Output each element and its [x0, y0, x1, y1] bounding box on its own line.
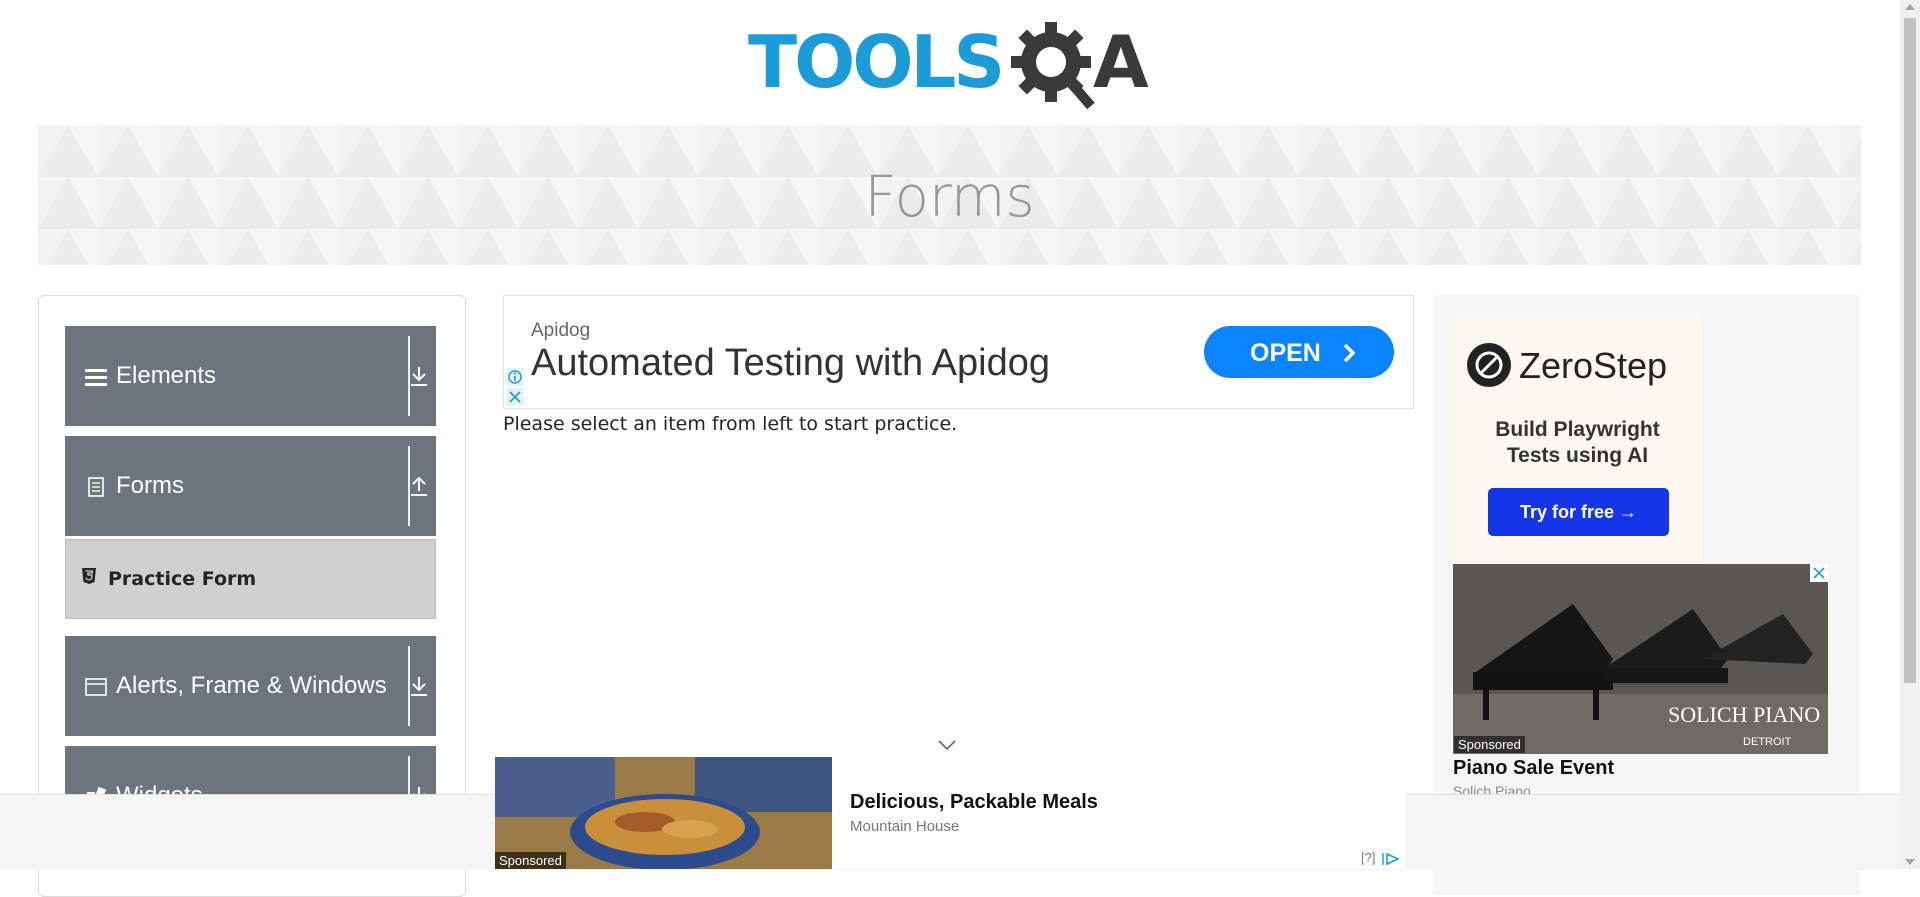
sidebar-group-alerts[interactable]: Alerts, Frame & Windows: [65, 636, 436, 736]
scrollbar-thumb[interactable]: [1904, 18, 1916, 683]
ad-brand: Apidog: [531, 320, 591, 341]
window-icon: [85, 678, 107, 696]
sidebar-item-label: Practice Form: [108, 568, 257, 590]
sidebar-group-label: Forms: [116, 472, 184, 499]
collapse-toggle[interactable]: [409, 436, 436, 536]
svg-text:A: A: [1093, 20, 1149, 104]
practice-instruction: Please select an item from left to start…: [503, 413, 958, 435]
html5-icon: [82, 568, 96, 584]
sticky-ad-image[interactable]: Sponsored: [495, 757, 832, 869]
piano-brand-sub: DETROIT: [1743, 736, 1792, 748]
ad-headline[interactable]: Automated Testing with Apidog: [531, 342, 1050, 385]
sticky-ad[interactable]: Sponsored Delicious, Packable Meals Moun…: [495, 757, 1405, 869]
toolsqa-logo[interactable]: TOOLS A: [748, 18, 1154, 114]
scroll-down-icon[interactable]: [1905, 859, 1915, 865]
try-for-free-button[interactable]: Try for free →: [1488, 488, 1669, 536]
sidebar-group-forms[interactable]: Forms: [65, 436, 436, 536]
sponsored-badge: Sponsored: [1454, 736, 1525, 753]
document-icon: [88, 477, 104, 497]
page-banner: Forms: [38, 125, 1861, 265]
sticky-ad-title[interactable]: Delicious, Packable Meals: [850, 791, 1098, 814]
ad-help-label: [?]: [1361, 850, 1376, 865]
sidebar-group-elements[interactable]: Elements: [65, 326, 436, 426]
piano-ad-title[interactable]: Piano Sale Event: [1453, 757, 1614, 780]
sponsored-badge: Sponsored: [495, 852, 566, 869]
sticky-ad-advertiser: Mountain House: [850, 818, 960, 835]
chevron-down-icon[interactable]: [936, 738, 958, 752]
ad-close-icon[interactable]: [506, 388, 524, 406]
ad-open-label: OPEN: [1250, 339, 1321, 367]
chevron-right-icon: [1343, 343, 1356, 363]
ad-help-link[interactable]: [?]: [1361, 850, 1403, 866]
scroll-up-icon[interactable]: [1905, 4, 1915, 10]
zerostep-name: ZeroStep: [1519, 345, 1668, 386]
piano-brand: SOLICH PIANO: [1668, 702, 1821, 727]
vertical-scrollbar[interactable]: [1900, 0, 1920, 869]
download-icon: [411, 677, 427, 696]
zerostep-tagline-line2: Tests using AI: [1506, 444, 1649, 467]
sidebar-group-label: Elements: [116, 362, 217, 389]
expand-toggle[interactable]: [409, 326, 436, 426]
zerostep-ad[interactable]: ZeroStep Build Playwright Tests using AI…: [1453, 313, 1702, 561]
sidebar-group-label: Alerts, Frame & Windows: [116, 672, 387, 699]
piano-ad-image[interactable]: SOLICH PIANO DETROIT Sponsored: [1453, 564, 1828, 754]
page-title: Forms: [864, 165, 1035, 230]
adchoices-icon: [1382, 852, 1401, 865]
svg-text:TOOLS: TOOLS: [748, 20, 1002, 104]
toolsqa-logo-graphic: TOOLS A: [748, 20, 1149, 110]
adchoices-info-icon[interactable]: [506, 368, 524, 386]
ad-open-button[interactable]: OPEN: [1204, 326, 1394, 378]
upload-icon: [411, 476, 427, 496]
apidog-ad[interactable]: Apidog Automated Testing with Apidog OPE…: [503, 295, 1414, 409]
ad-close-icon[interactable]: [1810, 564, 1828, 582]
download-icon: [411, 367, 427, 386]
zerostep-logo-icon: [1467, 343, 1511, 387]
sidebar-item-practice-form[interactable]: Practice Form: [65, 539, 436, 619]
expand-toggle[interactable]: [409, 636, 436, 736]
hamburger-icon: [85, 369, 107, 386]
zerostep-tagline-line1: Build Playwright: [1495, 418, 1660, 441]
zerostep-tagline: Build Playwright Tests using AI: [1453, 417, 1702, 469]
